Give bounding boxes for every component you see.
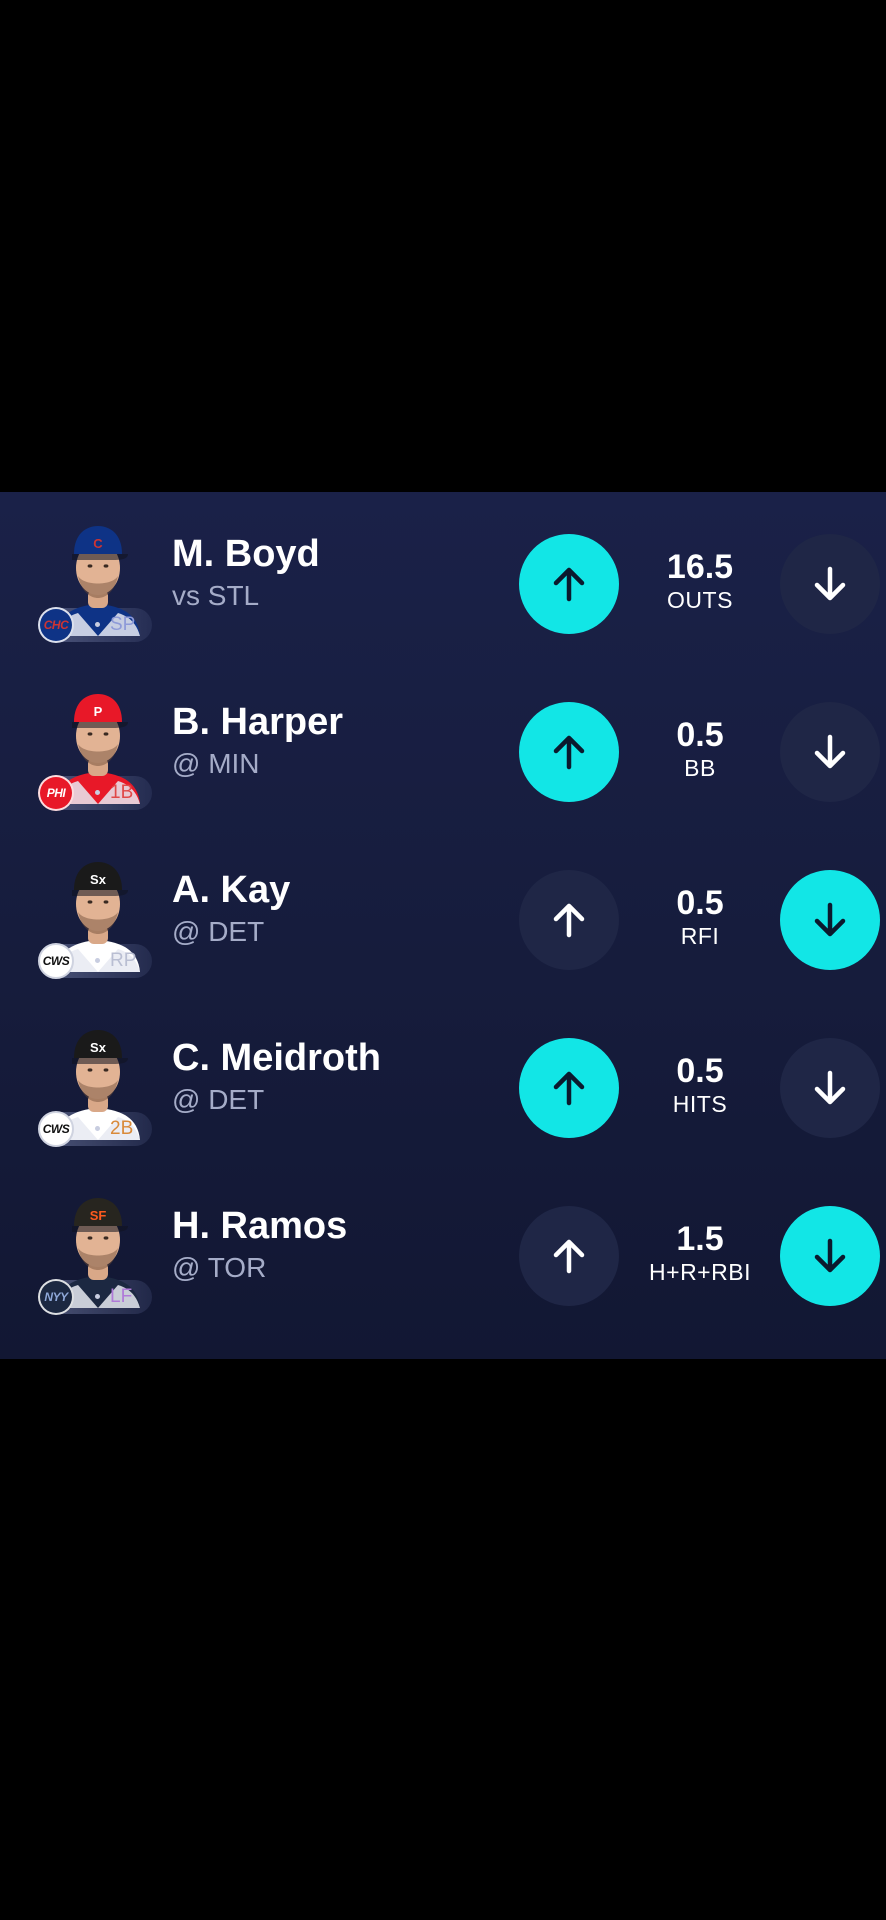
- player-avatar: SF NYY LF: [38, 1190, 158, 1315]
- less-button[interactable]: [780, 702, 880, 802]
- arrow-down-icon: [814, 1238, 846, 1273]
- player-name: H. Ramos: [172, 1205, 348, 1247]
- separator-dot: [95, 1294, 100, 1299]
- projection-line: 1.5 H+R+RBI: [630, 1220, 770, 1286]
- cap-logo: Sx: [90, 872, 107, 887]
- cap-logo: SF: [90, 1208, 107, 1223]
- more-button[interactable]: [519, 870, 619, 970]
- line-value: 1.5: [676, 1220, 724, 1258]
- line-value: 0.5: [676, 716, 724, 754]
- matchup-label: @ MIN: [172, 748, 260, 779]
- pick-row[interactable]: C CHC SP M. Boyd vs STL 16.5 OUTS: [0, 492, 886, 660]
- separator-dot: [95, 958, 100, 963]
- player-avatar: P PHI 1B: [38, 686, 158, 811]
- arrow-down-icon: [814, 734, 846, 769]
- team-badge: CWS: [38, 943, 74, 979]
- player-name: C. Meidroth: [172, 1037, 381, 1079]
- more-button[interactable]: [519, 534, 619, 634]
- line-value: 0.5: [676, 1052, 724, 1090]
- team-badge: CHC: [38, 607, 74, 643]
- projection-line: 0.5 RFI: [630, 884, 770, 950]
- arrow-down-icon: [814, 902, 846, 937]
- pick-row[interactable]: Sx CWS RP A. Kay @ DET 0.5 RFI: [0, 828, 886, 996]
- projection-line: 0.5 BB: [630, 716, 770, 782]
- player-avatar: Sx CWS 2B: [38, 1022, 158, 1147]
- line-value: 0.5: [676, 884, 724, 922]
- projection-line: 0.5 HITS: [630, 1052, 770, 1118]
- separator-dot: [95, 790, 100, 795]
- position-label: 1B: [110, 782, 134, 803]
- matchup-label: vs STL: [172, 580, 260, 611]
- arrow-down-icon: [814, 566, 846, 601]
- position-label: 2B: [110, 1118, 134, 1139]
- more-button[interactable]: [519, 702, 619, 802]
- arrow-up-icon: [553, 903, 585, 938]
- stat-type: HITS: [672, 1091, 728, 1117]
- matchup-label: @ DET: [172, 1084, 265, 1115]
- arrow-up-icon: [553, 735, 585, 770]
- arrow-up-icon: [553, 1071, 585, 1106]
- team-badge: NYY: [38, 1279, 74, 1315]
- pick-row[interactable]: Sx CWS 2B C. Meidroth @ DET 0.5 HITS: [0, 996, 886, 1164]
- projection-line: 16.5 OUTS: [630, 548, 770, 614]
- separator-dot: [95, 622, 100, 627]
- cap-logo: P: [94, 704, 103, 719]
- pick-row[interactable]: SF NYY LF H. Ramos @ TOR 1.5 H+R+RBI: [0, 1164, 886, 1332]
- position-label: RP: [110, 950, 137, 971]
- more-button[interactable]: [519, 1206, 619, 1306]
- cap-logo: C: [93, 536, 103, 551]
- stat-type: OUTS: [667, 587, 733, 613]
- less-button[interactable]: [780, 534, 880, 634]
- player-avatar: Sx CWS RP: [38, 854, 158, 979]
- matchup-label: @ DET: [172, 916, 265, 947]
- player-name: M. Boyd: [172, 533, 320, 575]
- matchup-label: @ TOR: [172, 1252, 267, 1283]
- player-avatar: C CHC SP: [38, 518, 158, 643]
- less-button[interactable]: [780, 870, 880, 970]
- cap-logo: Sx: [90, 1040, 107, 1055]
- team-badge: CWS: [38, 1111, 74, 1147]
- position-label: LF: [110, 1286, 133, 1307]
- stat-type: RFI: [680, 923, 720, 949]
- arrow-up-icon: [553, 567, 585, 602]
- player-name: A. Kay: [172, 869, 291, 911]
- team-badge: PHI: [38, 775, 74, 811]
- separator-dot: [95, 1126, 100, 1131]
- picks-panel: C CHC SP M. Boyd vs STL 16.5 OUTS P PHI 1B B. Harp…: [0, 492, 886, 1359]
- pick-row[interactable]: P PHI 1B B. Harper @ MIN 0.5 BB: [0, 660, 886, 828]
- player-name: B. Harper: [172, 701, 344, 743]
- position-label: SP: [110, 614, 136, 635]
- stat-type: BB: [684, 755, 716, 781]
- arrow-up-icon: [553, 1239, 585, 1274]
- line-value: 16.5: [666, 548, 734, 586]
- less-button[interactable]: [780, 1206, 880, 1306]
- arrow-down-icon: [814, 1070, 846, 1105]
- more-button[interactable]: [519, 1038, 619, 1138]
- less-button[interactable]: [780, 1038, 880, 1138]
- stat-type: H+R+RBI: [649, 1259, 751, 1285]
